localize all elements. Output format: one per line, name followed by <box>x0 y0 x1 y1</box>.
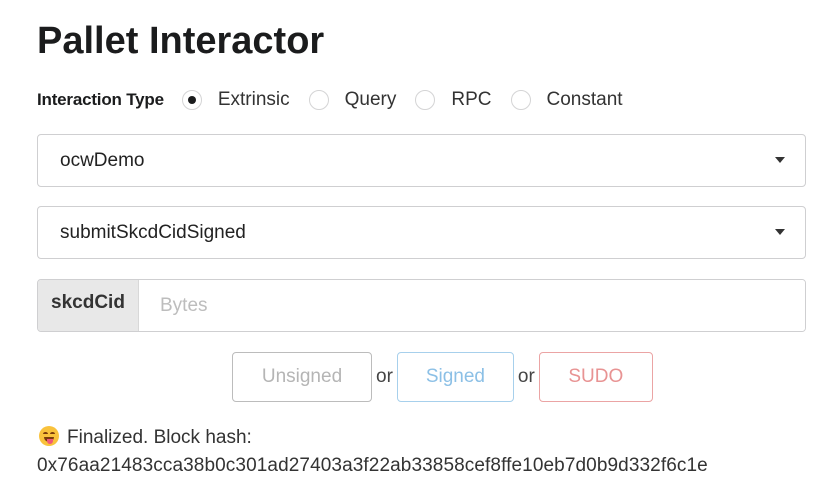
or-separator: or <box>376 366 393 387</box>
radio-rpc-label: RPC <box>451 89 492 110</box>
status-text: Finalized. Block hash: <box>67 427 252 448</box>
skcdcid-input[interactable] <box>139 280 805 331</box>
sudo-button[interactable]: SUDO <box>538 352 653 402</box>
pallet-dropdown-value: ocwDemo <box>60 150 145 171</box>
radio-button-checked[interactable] <box>181 90 202 110</box>
radio-button[interactable] <box>510 90 531 110</box>
radio-button[interactable] <box>308 90 329 110</box>
unsigned-button[interactable]: Unsigned <box>232 352 372 402</box>
or-separator: or <box>517 366 535 387</box>
radio-rpc[interactable]: RPC <box>415 89 492 111</box>
submit-button-group: Unsigned or Signed or SUDO <box>232 352 653 402</box>
call-dropdown[interactable]: submitSkcdCidSigned <box>37 206 806 259</box>
radio-query-label: Query <box>344 89 397 110</box>
skcdcid-param-field: skcdCid <box>37 279 806 332</box>
page-title: Pallet Interactor <box>37 20 325 62</box>
tx-status: Finalized. Block hash: 0x76aa21483cca38b… <box>37 424 708 480</box>
dropdown-caret-icon[interactable] <box>775 229 785 235</box>
pallet-interactor-page: Pallet Interactor Interaction Type Extri… <box>0 0 838 500</box>
block-hash: 0x76aa21483cca38b0c301ad27403a3f22ab3385… <box>37 455 708 476</box>
interaction-type-group: Interaction Type Extrinsic Query RPC Con… <box>37 86 642 114</box>
radio-query[interactable]: Query <box>308 89 397 111</box>
dropdown-caret-icon[interactable] <box>775 157 785 163</box>
call-dropdown-value: submitSkcdCidSigned <box>60 222 246 243</box>
radio-extrinsic-label: Extrinsic <box>217 89 290 110</box>
radio-constant-label: Constant <box>546 89 623 110</box>
radio-button[interactable] <box>415 90 436 110</box>
grinning-tongue-emoji-icon <box>39 426 59 446</box>
param-label: skcdCid <box>38 280 139 331</box>
radio-extrinsic[interactable]: Extrinsic <box>181 89 290 111</box>
interaction-type-label: Interaction Type <box>37 90 164 109</box>
radio-constant[interactable]: Constant <box>510 89 623 111</box>
signed-button[interactable]: Signed <box>396 352 514 402</box>
pallet-dropdown[interactable]: ocwDemo <box>37 134 806 187</box>
